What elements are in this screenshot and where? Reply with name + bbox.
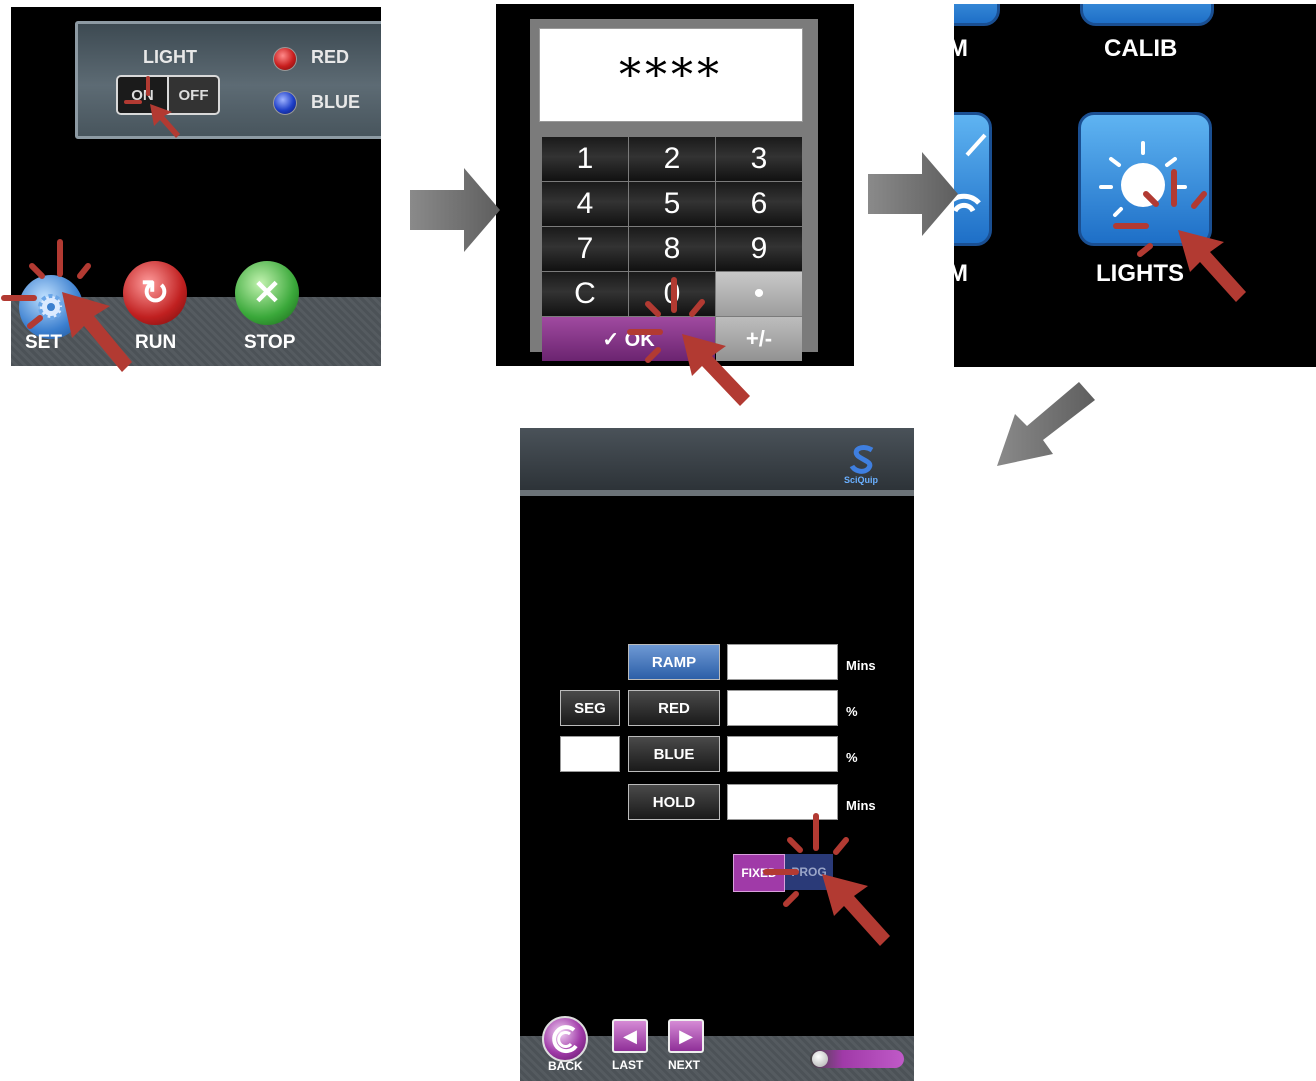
left-arrow-icon: ◀ bbox=[623, 1025, 637, 1046]
red-indicator-icon bbox=[273, 47, 297, 71]
light-toggle[interactable]: ON OFF bbox=[116, 75, 220, 115]
menu-panel: M CALIB M LIGHTS bbox=[954, 4, 1316, 367]
red-label: RED bbox=[311, 47, 350, 67]
blue-input[interactable] bbox=[727, 736, 838, 772]
keypad-frame: **** 1 2 3 4 5 6 7 8 9 C 0 • ✓ OK +/- bbox=[530, 19, 818, 361]
back-button[interactable] bbox=[542, 1016, 588, 1062]
flow-arrow-icon bbox=[997, 382, 1095, 466]
keypad-grid: 1 2 3 4 5 6 7 8 9 C 0 • ✓ OK +/- bbox=[542, 137, 804, 361]
menu-tile-comm[interactable] bbox=[954, 112, 992, 246]
menu-tile-top-left[interactable] bbox=[954, 4, 1000, 26]
seg-input[interactable] bbox=[560, 736, 620, 772]
slider-knob[interactable] bbox=[812, 1051, 828, 1067]
prog-button[interactable]: PROG bbox=[785, 854, 833, 890]
set-label: SET bbox=[25, 332, 62, 353]
calib-label: CALIB bbox=[1104, 35, 1178, 62]
slider-track[interactable] bbox=[810, 1050, 904, 1068]
lights-label: LIGHTS bbox=[1096, 260, 1184, 287]
refresh-icon: ↻ bbox=[140, 274, 170, 312]
light-on-button[interactable]: ON bbox=[118, 77, 169, 113]
light-program-panel: SciQuip RAMP Mins SEG RED % BLUE % HOLD … bbox=[520, 428, 914, 1081]
blue-label: BLUE bbox=[311, 92, 360, 112]
run-label: RUN bbox=[135, 332, 177, 353]
top-left-label: M bbox=[954, 35, 968, 62]
blue-unit: % bbox=[846, 750, 858, 765]
lights-button[interactable] bbox=[1078, 112, 1212, 246]
hold-unit: Mins bbox=[846, 798, 876, 813]
close-icon: ✕ bbox=[252, 274, 282, 312]
ramp-input[interactable] bbox=[727, 644, 838, 680]
stop-label: STOP bbox=[244, 332, 296, 353]
next-label: NEXT bbox=[668, 1058, 701, 1072]
ramp-button[interactable]: RAMP bbox=[628, 644, 720, 680]
logo-icon bbox=[849, 445, 874, 474]
logo-text: SciQuip bbox=[843, 475, 878, 485]
key-7[interactable]: 7 bbox=[542, 227, 628, 271]
key-decimal[interactable]: • bbox=[716, 272, 802, 316]
blue-button[interactable]: BLUE bbox=[628, 736, 720, 772]
key-9[interactable]: 9 bbox=[716, 227, 802, 271]
blue-indicator-icon bbox=[273, 91, 297, 115]
hold-input[interactable] bbox=[727, 784, 838, 820]
wifi-icon bbox=[954, 133, 987, 213]
set-button[interactable] bbox=[19, 275, 83, 339]
swirl-icon bbox=[552, 1025, 578, 1054]
passcode-display: **** bbox=[539, 28, 803, 122]
run-button[interactable]: ↻ bbox=[123, 261, 187, 325]
gear-icon bbox=[38, 294, 64, 320]
next-button[interactable]: ▶ bbox=[668, 1019, 704, 1053]
fixed-button[interactable]: FIXED bbox=[733, 854, 785, 892]
key-clear[interactable]: C bbox=[542, 272, 628, 316]
red-button[interactable]: RED bbox=[628, 690, 720, 726]
key-2[interactable]: 2 bbox=[629, 137, 715, 181]
comm-label: M bbox=[954, 260, 968, 287]
last-label: LAST bbox=[612, 1058, 644, 1072]
key-1[interactable]: 1 bbox=[542, 137, 628, 181]
key-6[interactable]: 6 bbox=[716, 182, 802, 226]
light-off-button[interactable]: OFF bbox=[169, 77, 218, 113]
stop-button[interactable]: ✕ bbox=[235, 261, 299, 325]
last-button[interactable]: ◀ bbox=[612, 1019, 648, 1053]
ok-button[interactable]: ✓ OK bbox=[542, 317, 715, 361]
right-arrow-icon: ▶ bbox=[679, 1025, 693, 1046]
key-4[interactable]: 4 bbox=[542, 182, 628, 226]
red-unit: % bbox=[846, 704, 858, 719]
flow-arrow-icon bbox=[410, 168, 500, 252]
key-8[interactable]: 8 bbox=[629, 227, 715, 271]
seg-button[interactable]: SEG bbox=[560, 690, 620, 726]
plus-minus-button[interactable]: +/- bbox=[716, 317, 802, 361]
menu-tile-calib[interactable] bbox=[1080, 4, 1214, 26]
light-label: LIGHT bbox=[143, 47, 197, 67]
flow-arrow-icon bbox=[868, 152, 958, 236]
passcode-panel: **** 1 2 3 4 5 6 7 8 9 C 0 • ✓ OK +/- bbox=[496, 4, 854, 366]
key-3[interactable]: 3 bbox=[716, 137, 802, 181]
light-control-panel: LIGHT ON OFF RED BLUE SET ↻ RUN ✕ STOP bbox=[11, 7, 381, 366]
red-input[interactable] bbox=[727, 690, 838, 726]
key-5[interactable]: 5 bbox=[629, 182, 715, 226]
back-label: BACK bbox=[548, 1059, 583, 1073]
key-0[interactable]: 0 bbox=[629, 272, 715, 316]
header-bar: SciQuip bbox=[520, 428, 914, 496]
sun-icon bbox=[1099, 141, 1187, 217]
ramp-unit: Mins bbox=[846, 658, 876, 673]
hold-button[interactable]: HOLD bbox=[628, 784, 720, 820]
